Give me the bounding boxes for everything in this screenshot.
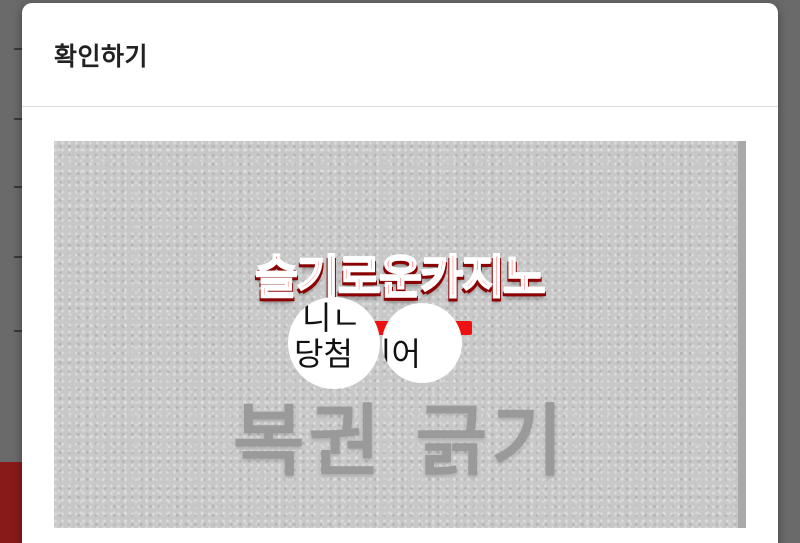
revealed-text: 당첨 [294, 335, 353, 373]
revealed-text: 니ㄴ [302, 299, 361, 337]
dialog-body: 슬기로운카지노 복권 긁기 니ㄴ 당첨 되어 [54, 141, 746, 528]
brand-logo: 슬기로운카지노 [254, 249, 546, 305]
scratched-area[interactable]: 니ㄴ 당첨 [288, 297, 380, 389]
scratched-area[interactable]: 되어 [382, 303, 462, 383]
revealed-text: 되어 [382, 335, 421, 373]
dialog-title: 확인하기 [54, 41, 149, 71]
background-banner [0, 462, 24, 543]
scratch-card[interactable]: 슬기로운카지노 복권 긁기 니ㄴ 당첨 되어 [54, 141, 746, 528]
scratch-title: 복권 긁기 [232, 397, 568, 487]
background-glyph [14, 118, 22, 120]
background-glyph [14, 186, 22, 188]
dialog-header: 확인하기 [22, 3, 778, 107]
confirm-dialog: 확인하기 슬기로운카지노 복권 긁기 니ㄴ 당첨 되어 [22, 3, 778, 543]
background-glyph [14, 256, 22, 258]
background-glyph [14, 330, 22, 332]
background-glyph [14, 48, 22, 50]
